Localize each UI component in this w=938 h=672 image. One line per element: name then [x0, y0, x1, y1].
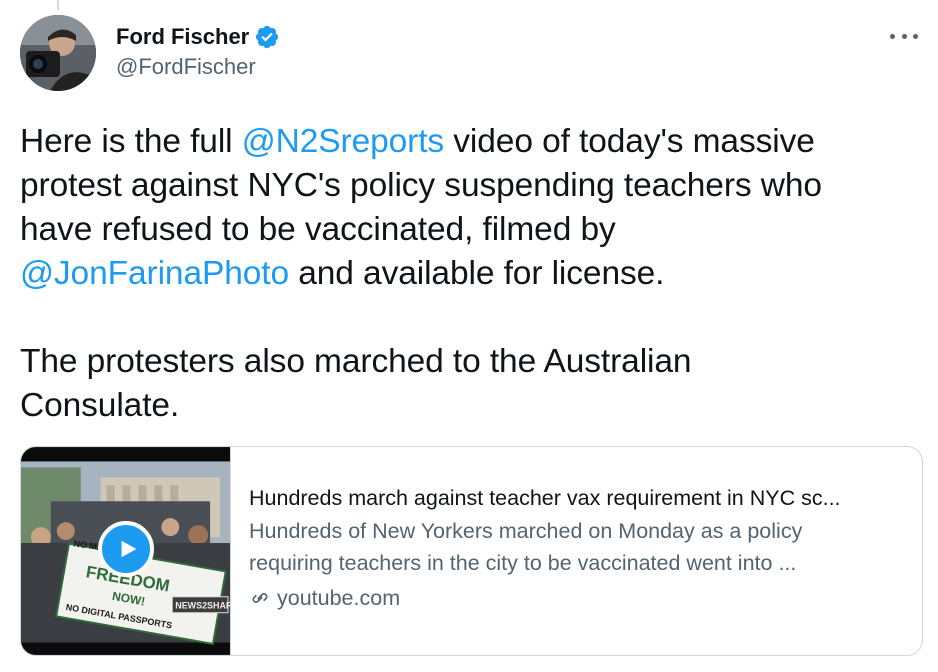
card-body: Hundreds march against teacher vax requi… [231, 447, 922, 655]
tweet-text-line: Consulate. [20, 387, 180, 424]
card-domain-text: youtube.com [277, 586, 401, 610]
link-icon [252, 593, 268, 603]
tweet-text-line: have refused to be vaccinated, filmed by [20, 211, 616, 248]
tweet-text-line: protest against NYC's policy suspending … [20, 167, 822, 204]
verified-badge-icon [254, 24, 280, 50]
more-options-icon[interactable] [890, 26, 918, 46]
card-description-line: Hundreds of New Yorkers marched on Monda… [249, 519, 803, 543]
avatar[interactable] [20, 15, 96, 91]
card-domain: youtube.com [249, 583, 904, 613]
tweet-text-segment: video of today's massive [444, 123, 815, 160]
tweet-text-segment: and available for license. [289, 255, 665, 292]
card-description: Hundreds of New Yorkers marched on Monda… [249, 515, 904, 579]
play-icon[interactable] [98, 521, 154, 577]
tweet-text: Here is the full @N2Sreports video of to… [20, 120, 920, 428]
mention-link-n2sreports[interactable]: @N2Sreports [242, 123, 444, 160]
card-title: Hundreds march against teacher vax requi… [249, 486, 841, 510]
thumb-watermark: NEWS2SHARE [175, 601, 230, 611]
tweet-text-line: The protesters also marched to the Austr… [20, 343, 692, 380]
thread-connector [57, 0, 59, 10]
avatar-image [20, 15, 96, 91]
video-thumbnail[interactable]: FREEDOM NOW! NO DIGITAL PASSPORTS NO MAN… [21, 447, 231, 655]
author-handle[interactable]: @FordFischer [116, 54, 280, 80]
author-block: Ford Fischer @FordFischer [116, 22, 280, 80]
card-description-line: requiring teachers in the city to be vac… [249, 551, 797, 575]
mention-link-jonfarinaphoto[interactable]: @JonFarinaPhoto [20, 255, 289, 292]
author-name[interactable]: Ford Fischer [116, 24, 249, 50]
link-preview-card[interactable]: FREEDOM NOW! NO DIGITAL PASSPORTS NO MAN… [20, 446, 923, 656]
tweet-text-segment: Here is the full [20, 123, 242, 160]
